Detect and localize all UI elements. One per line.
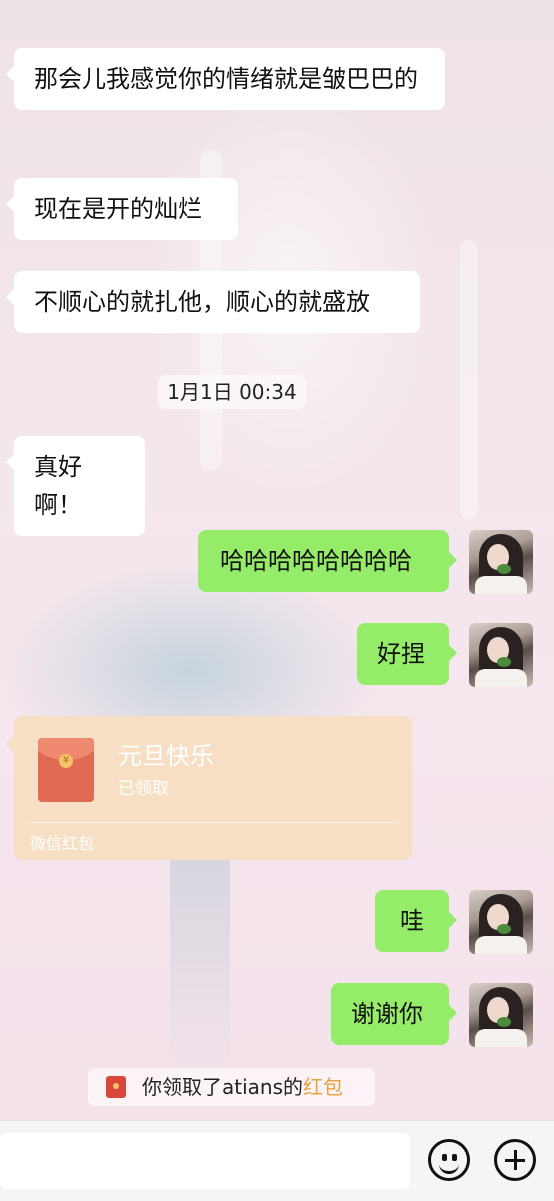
red-packet-icon: ¥	[38, 738, 94, 802]
message-bubble-incoming[interactable]: 不顺心的就扎他，顺心的就盛放	[6, 271, 420, 333]
red-packet-divider	[28, 822, 398, 823]
system-notice: 你领取了atians的红包	[88, 1068, 375, 1106]
message-text: 哇	[400, 907, 424, 935]
message-bubble-outgoing[interactable]: 哈哈哈哈哈哈哈哈	[198, 530, 457, 592]
message-text: 不顺心的就扎他，顺心的就盛放	[34, 288, 370, 316]
message-text: 哈哈哈哈哈哈哈哈	[220, 547, 412, 575]
message-bubble-incoming[interactable]: 真好啊！	[6, 436, 145, 536]
message-bubble-outgoing[interactable]: 谢谢你	[331, 983, 457, 1045]
red-packet-source: 微信红包	[30, 834, 95, 853]
smiley-icon[interactable]	[428, 1139, 470, 1181]
message-input[interactable]	[0, 1133, 410, 1189]
red-packet-card[interactable]: ¥ 元旦快乐 已领取 微信红包	[6, 716, 412, 860]
user-avatar[interactable]	[469, 623, 533, 687]
message-bubble-outgoing[interactable]: 好捏	[357, 623, 457, 685]
message-text: 那会儿我感觉你的情绪就是皱巴巴的	[34, 65, 418, 93]
message-bubble-incoming[interactable]: 那会儿我感觉你的情绪就是皱巴巴的	[6, 48, 445, 110]
message-timestamp: 1月1日 00:34	[158, 375, 306, 409]
red-packet-icon	[106, 1076, 126, 1098]
message-bubble-outgoing[interactable]: 哇	[375, 890, 457, 952]
message-text: 真好啊！	[34, 453, 82, 519]
message-text: 好捏	[377, 640, 425, 668]
message-text: 谢谢你	[351, 1000, 423, 1028]
background-candle	[460, 240, 478, 520]
user-avatar[interactable]	[469, 530, 533, 594]
red-packet-link[interactable]: 红包	[303, 1075, 343, 1099]
plus-icon[interactable]	[494, 1139, 536, 1181]
message-text: 现在是开的灿烂	[34, 195, 202, 223]
red-packet-status: 已领取	[118, 779, 169, 799]
message-bubble-incoming[interactable]: 现在是开的灿烂	[6, 178, 238, 240]
chat-input-bar	[0, 1120, 554, 1201]
system-notice-text: 你领取了atians的	[142, 1075, 304, 1099]
red-packet-title: 元旦快乐	[118, 742, 214, 770]
user-avatar[interactable]	[469, 983, 533, 1047]
user-avatar[interactable]	[469, 890, 533, 954]
